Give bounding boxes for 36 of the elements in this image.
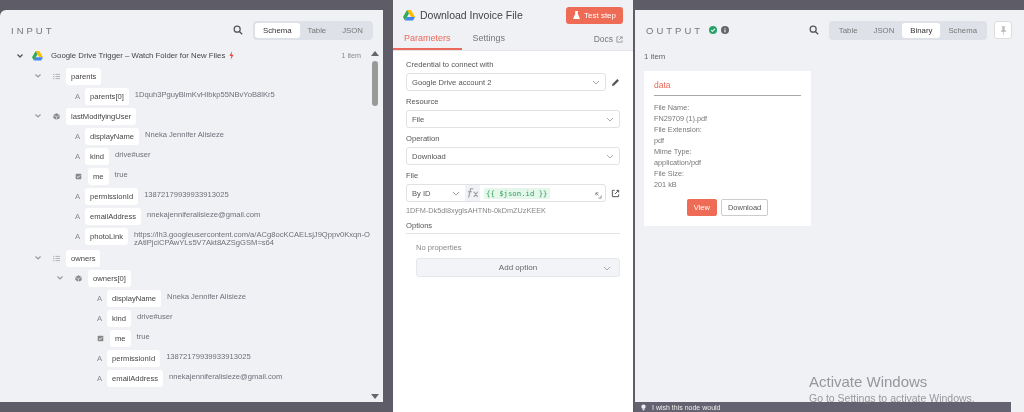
pencil-icon[interactable] <box>611 77 620 87</box>
node-title: Download Invoice File <box>420 9 524 21</box>
list-icon <box>53 73 60 80</box>
activation-notice: Activate Windows <box>809 373 929 391</box>
test-step-button[interactable]: Test step <box>566 6 623 24</box>
checkbox-icon <box>97 334 104 342</box>
caret-icon <box>606 116 614 122</box>
checkbox-icon <box>75 173 82 180</box>
drive-icon <box>403 9 415 21</box>
success-icon <box>709 26 718 34</box>
tab[interactable]: Parameters <box>393 30 462 50</box>
card-title: data <box>654 80 801 96</box>
lightbulb-icon <box>641 404 646 411</box>
external-link-icon[interactable] <box>611 188 620 198</box>
caret-icon <box>603 266 611 271</box>
chevron-icon[interactable] <box>16 51 24 60</box>
panel-title: OUTPUT <box>646 24 704 36</box>
pin-button[interactable] <box>994 21 1012 39</box>
external-link-icon <box>616 35 623 43</box>
activation-hint: Go to Settings to activate Windows. <box>809 391 975 405</box>
pin-icon <box>999 25 1007 35</box>
lightning-icon <box>229 51 235 60</box>
flask-icon <box>573 11 580 19</box>
cube-icon <box>75 274 82 282</box>
panel-title: INPUT <box>11 24 56 36</box>
docs-link[interactable]: Docs <box>593 34 623 50</box>
cube-icon <box>53 113 60 120</box>
drive-icon <box>32 50 43 61</box>
tab[interactable]: Settings <box>461 30 517 50</box>
search-icon[interactable] <box>808 25 819 35</box>
caret-icon <box>606 153 614 159</box>
list-icon <box>53 254 60 262</box>
add-option-button[interactable]: Add option <box>416 258 620 277</box>
caret-icon <box>592 79 600 85</box>
search-icon[interactable] <box>232 25 243 35</box>
info-icon <box>721 26 730 34</box>
